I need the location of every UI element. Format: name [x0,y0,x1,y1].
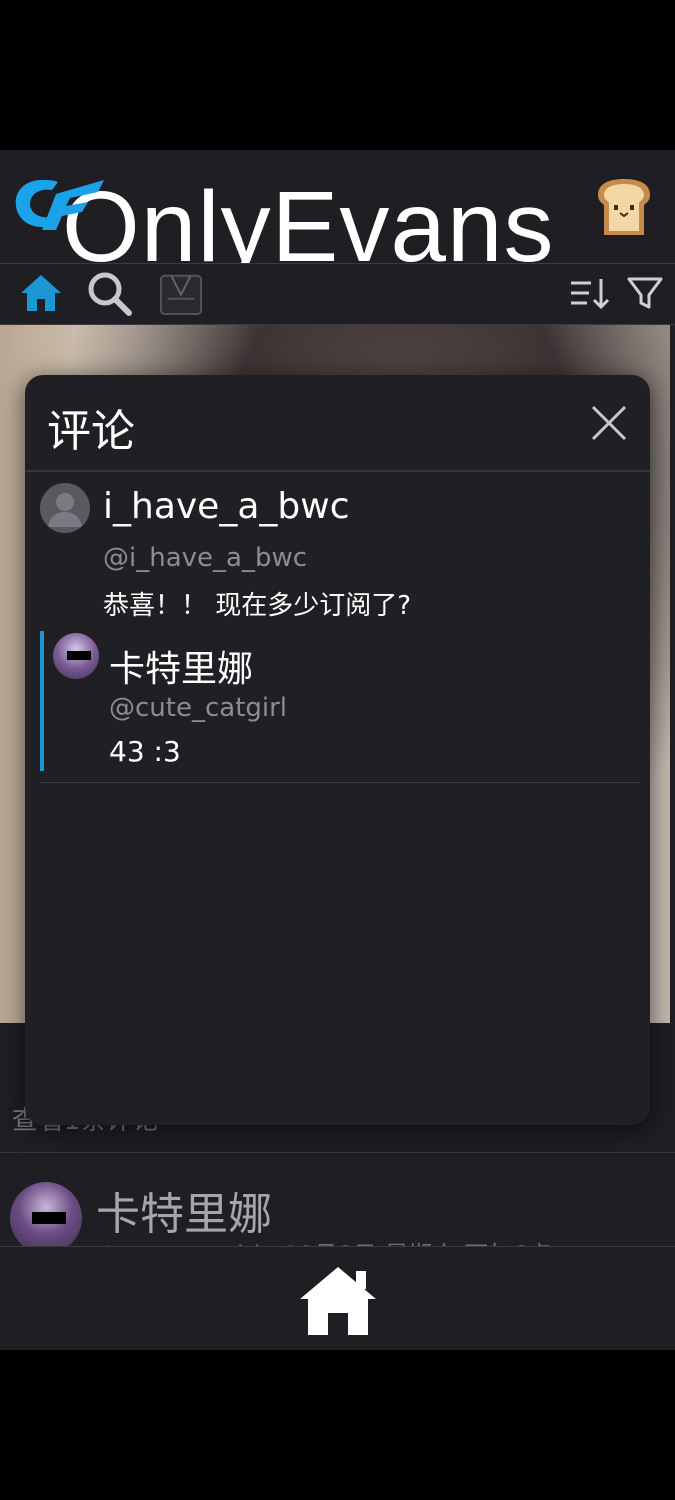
sort-button[interactable] [566,270,612,316]
reply-author-handle[interactable]: @cute_catgirl [109,693,287,723]
app-header: OnlyEvans [0,150,675,263]
home-icon [21,275,61,311]
reply-thread-line [40,631,44,771]
sort-icon [571,279,610,310]
app-title: OnlyEvans [62,171,555,263]
home-button[interactable] [18,270,64,316]
avatar[interactable] [10,1182,82,1254]
avatar[interactable] [53,633,99,679]
logo-icon[interactable] [12,176,107,234]
home-nav-icon[interactable] [296,1263,380,1339]
toolbar [0,263,675,325]
divider [0,1152,675,1153]
filter-icon [627,277,663,309]
comment-author-handle[interactable]: @i_have_a_bwc [103,543,307,573]
search-button[interactable] [86,270,132,316]
reply-text: 43 :3 [109,735,181,768]
filter-button[interactable] [622,270,668,316]
post-author-name[interactable]: 卡特里娜 [96,1178,272,1242]
comment-author-name[interactable]: i_have_a_bwc [103,486,349,527]
comment-text: 恭喜！！ 现在多少订阅了? [103,591,412,621]
bottom-nav [0,1246,675,1350]
shopping-bag-icon [159,274,203,316]
avatar[interactable] [40,483,90,533]
shop-button[interactable] [158,270,204,316]
divider [40,782,640,783]
toast-icon[interactable] [592,175,656,239]
divider [25,470,650,472]
search-icon [88,272,132,316]
comments-modal: 评论 i_have_a_bwc @i_have_a_bwc 恭喜！！ 现在多少订… [25,375,650,1125]
modal-title: 评论 [47,406,135,457]
app-window: 查看1条评论 卡特里娜 @cute_catgirl · 10月8日 星期六 下午… [0,150,675,1350]
user-placeholder-icon [48,493,82,527]
close-icon[interactable] [587,401,631,445]
reply-author-name[interactable]: 卡特里娜 [109,640,253,692]
